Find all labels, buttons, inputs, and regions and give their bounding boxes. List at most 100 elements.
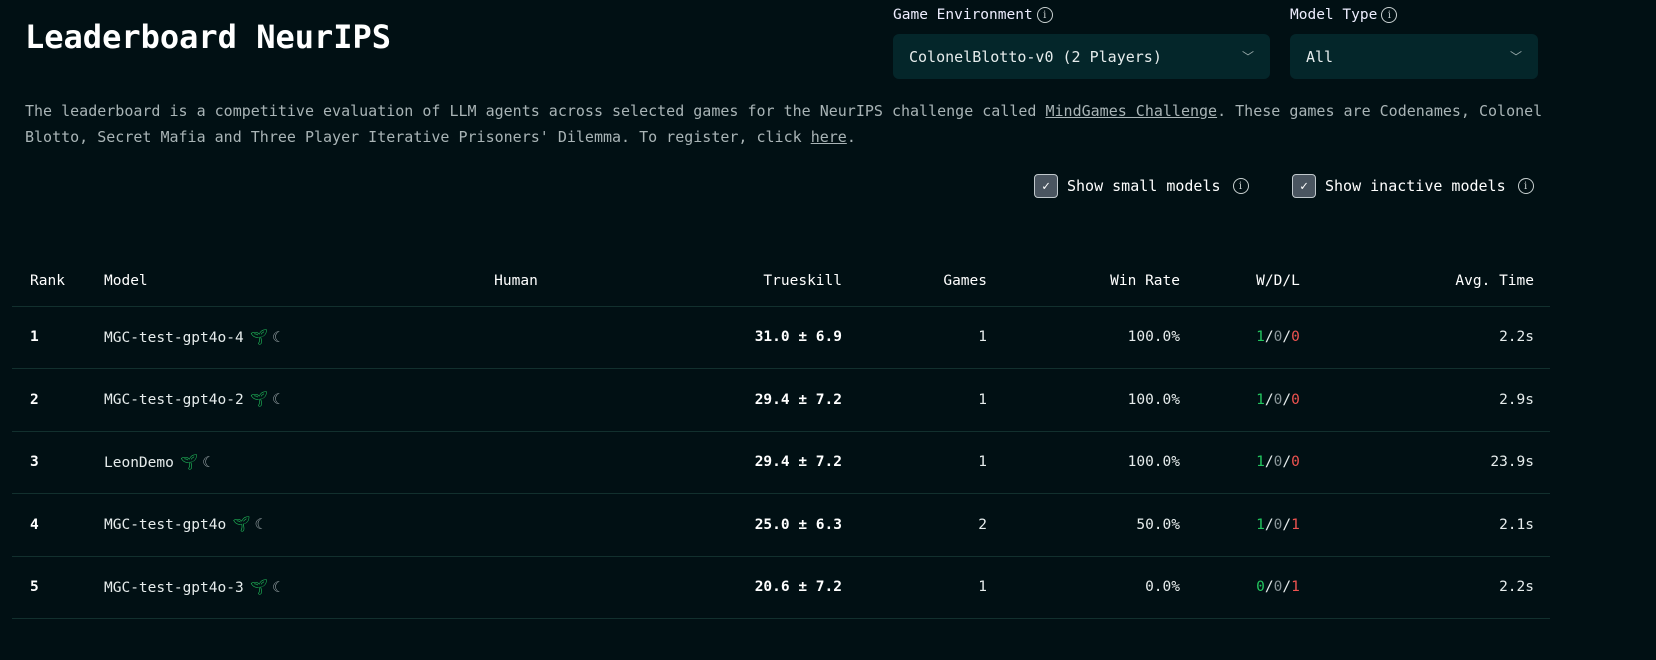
draws: 0 [1273,516,1283,533]
info-icon[interactable]: i [1232,178,1249,194]
games: 2 [850,493,995,557]
human [426,431,606,494]
games: 1 [850,431,995,494]
show-small-models[interactable]: ✓ Show small models i [1034,174,1249,198]
moon-icon: ☾ [272,392,281,409]
model-cell: MGC-test-gpt4o-4 🌱︎ ☾ [96,306,426,369]
col-games[interactable]: Games [850,256,995,307]
table-row[interactable]: 2 MGC-test-gpt4o-2 🌱︎ ☾ 29.4 ± 7.2 1 100.0… [12,368,1550,432]
model-name[interactable]: MGC-test-gpt4o [104,517,226,533]
wdl: 1/0/1 [1188,493,1368,557]
win-rate: 0.0% [995,556,1188,619]
model-type-label: Model Type i [1290,7,1398,23]
info-icon[interactable]: i [1036,7,1053,23]
col-rank[interactable]: Rank [12,256,96,307]
win-rate: 100.0% [995,431,1188,494]
model-type-select[interactable]: All ﹀ [1290,34,1538,79]
model-name[interactable]: MGC-test-gpt4o-3 [104,580,244,596]
label-text: Model Type [1290,7,1378,23]
table-header: Rank Model Human Trueskill Games Win Rat… [12,256,1550,307]
desc-text: The leaderboard is a competitive evaluat… [25,102,1046,120]
show-inactive-models[interactable]: ✓ Show inactive models i [1292,174,1534,198]
rank: 5 [12,556,96,619]
description: The leaderboard is a competitive evaluat… [25,98,1545,150]
avg-time: 2.2s [1368,306,1550,369]
wdl: 1/0/0 [1188,368,1368,432]
col-avg-time[interactable]: Avg. Time [1368,256,1550,307]
win-rate: 100.0% [995,368,1188,432]
human [426,493,606,557]
moon-icon: ☾ [272,579,281,596]
table-row[interactable]: 4 MGC-test-gpt4o 🌱︎ ☾ 25.0 ± 6.3 2 50.0% 1… [12,493,1550,557]
rank: 2 [12,368,96,432]
col-human[interactable]: Human [426,256,606,307]
win-rate: 50.0% [995,493,1188,557]
trueskill: 29.4 ± 7.2 [606,368,850,432]
game-environment-select[interactable]: ColonelBlotto-v0 (2 Players) ﹀ [893,34,1270,79]
human [426,306,606,369]
chevron-down-icon: ﹀ [1509,50,1522,64]
col-model[interactable]: Model [96,256,426,307]
sprout-icon: 🌱︎ [249,579,269,596]
model-cell: MGC-test-gpt4o-3 🌱︎ ☾ [96,556,426,619]
moon-icon: ☾ [254,517,264,534]
rank: 1 [12,306,96,369]
checkbox-label: Show inactive models [1325,177,1506,195]
wins: 1 [1256,516,1265,533]
label-text: Game Environment [893,7,1033,23]
rank: 3 [12,431,96,494]
register-link[interactable]: here [811,128,847,146]
draws: 0 [1273,579,1283,596]
table-row[interactable]: 1 MGC-test-gpt4o-4 🌱︎ ☾ 31.0 ± 6.9 1 100.0… [12,306,1550,369]
losses: 0 [1291,454,1300,471]
trueskill: 20.6 ± 7.2 [606,556,850,619]
selected-value: All [1306,47,1334,66]
chevron-down-icon: ﹀ [1241,50,1254,64]
wins: 0 [1256,579,1265,596]
leaderboard-table: Rank Model Human Trueskill Games Win Rat… [12,256,1550,619]
col-trueskill[interactable]: Trueskill [606,256,850,307]
sprout-icon: 🌱︎ [232,517,251,534]
avg-time: 2.9s [1368,368,1550,432]
checkbox-checked[interactable]: ✓ [1034,174,1058,198]
wins: 1 [1256,329,1265,346]
model-name[interactable]: LeonDemo [104,455,174,471]
table-row[interactable]: 3 LeonDemo 🌱︎ ☾ 29.4 ± 7.2 1 100.0% 1/0/0 … [12,431,1550,494]
games: 1 [850,556,995,619]
model-cell: LeonDemo 🌱︎ ☾ [96,431,426,494]
wins: 1 [1256,454,1265,471]
col-wdl[interactable]: W/D/L [1188,256,1368,307]
draws: 0 [1273,391,1283,408]
losses: 0 [1291,329,1300,346]
human [426,368,606,432]
info-icon[interactable]: i [1517,178,1534,194]
rank: 4 [12,493,96,557]
win-rate: 100.0% [995,306,1188,369]
table-row[interactable]: 5 MGC-test-gpt4o-3 🌱︎ ☾ 20.6 ± 7.2 1 0.0% … [12,556,1550,619]
losses: 1 [1291,516,1300,533]
losses: 1 [1291,579,1300,596]
games: 1 [850,368,995,432]
avg-time: 2.2s [1368,556,1550,619]
game-environment-label: Game Environment i [893,7,1053,23]
model-cell: MGC-test-gpt4o 🌱︎ ☾ [96,493,426,557]
avg-time: 23.9s [1368,431,1550,494]
wdl: 0/0/1 [1188,556,1368,619]
info-icon[interactable]: i [1381,7,1398,23]
avg-time: 2.1s [1368,493,1550,557]
moon-icon: ☾ [272,329,281,346]
desc-text: . [846,128,856,146]
mindgames-link[interactable]: MindGames Challenge [1045,102,1217,120]
page-title: Leaderboard NeurIPS [25,18,392,56]
model-cell: MGC-test-gpt4o-2 🌱︎ ☾ [96,368,426,432]
draws: 0 [1273,329,1283,346]
games: 1 [850,306,995,369]
trueskill: 25.0 ± 6.3 [606,493,850,557]
checkbox-checked[interactable]: ✓ [1292,174,1316,198]
wins: 1 [1256,391,1265,408]
model-name[interactable]: MGC-test-gpt4o-4 [104,330,244,346]
model-name[interactable]: MGC-test-gpt4o-2 [104,392,244,408]
col-win-rate[interactable]: Win Rate [995,256,1188,307]
wdl: 1/0/0 [1188,431,1368,494]
trueskill: 29.4 ± 7.2 [606,431,850,494]
